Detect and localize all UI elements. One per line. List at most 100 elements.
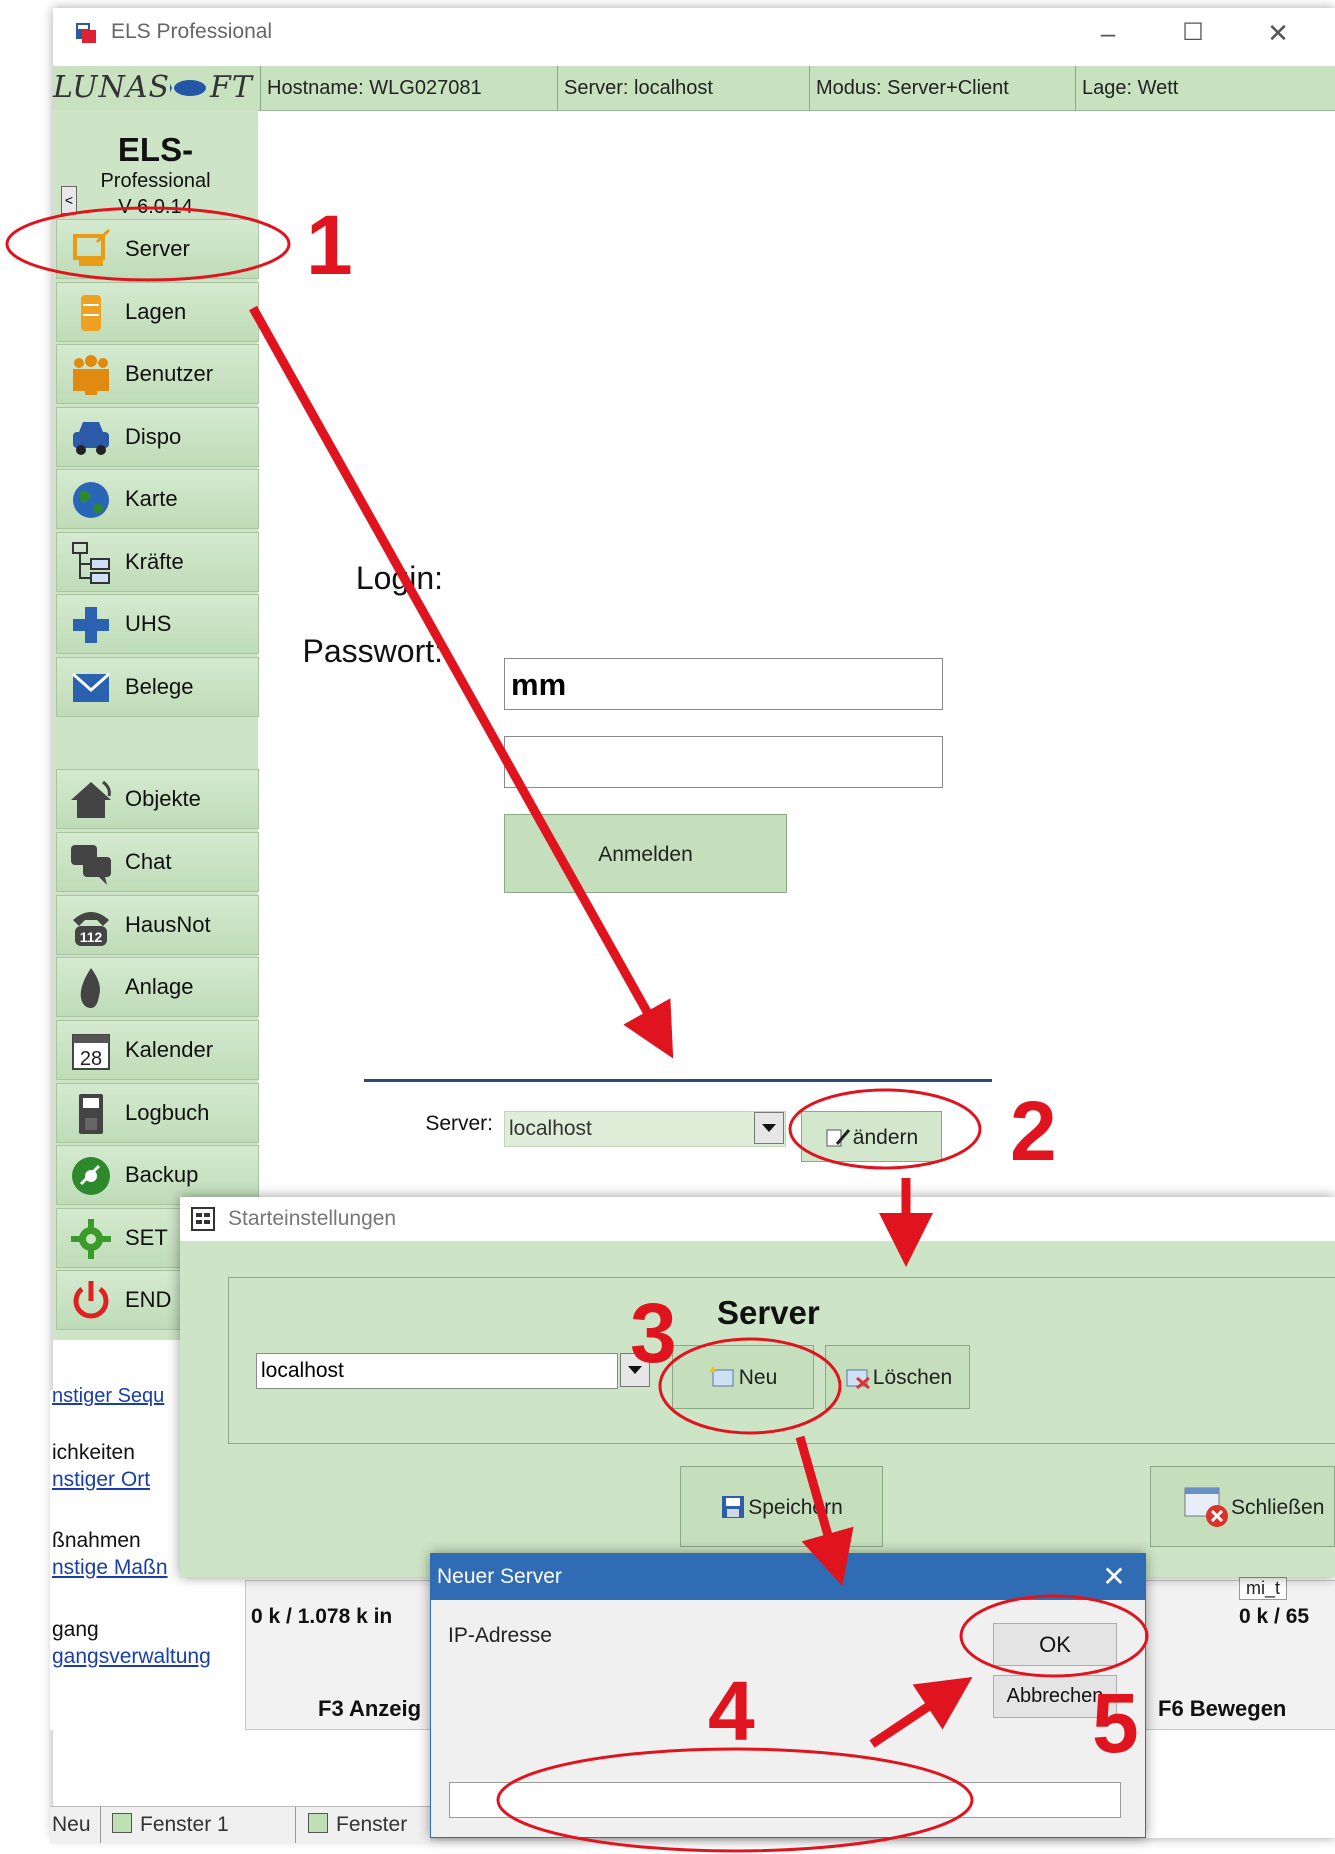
window-icon bbox=[308, 1813, 328, 1833]
sidebar-item-dispo[interactable]: Dispo bbox=[56, 407, 259, 467]
sidebar-item-label: Logbuch bbox=[125, 1100, 210, 1125]
server-group-title: Server bbox=[717, 1294, 820, 1331]
f6-key-label[interactable]: F6 Bewegen bbox=[1158, 1696, 1286, 1722]
sidebar-item-karte[interactable]: Karte bbox=[56, 469, 259, 529]
modus-cell: Modus: Server+Client bbox=[809, 66, 1075, 110]
sidebar-item-logbuch[interactable]: Logbuch bbox=[56, 1083, 259, 1143]
taskbar-window-1[interactable]: Fenster 1 bbox=[112, 1813, 229, 1837]
chat-icon bbox=[71, 845, 111, 885]
logo-fish-icon bbox=[168, 79, 207, 97]
sidebar-item-label: Benutzer bbox=[125, 361, 214, 386]
login-input[interactable]: mm bbox=[504, 658, 943, 710]
sidebar-item-label: Server bbox=[125, 236, 190, 261]
login-submit-button[interactable]: Anmelden bbox=[504, 814, 787, 893]
chevron-down-icon bbox=[762, 1124, 776, 1132]
cancel-button[interactable]: Abbrechen bbox=[993, 1675, 1117, 1718]
taskbar-new[interactable]: Neu bbox=[52, 1813, 91, 1837]
sidebar-item-label: HausNot bbox=[125, 912, 211, 937]
svg-text:28: 28 bbox=[80, 1048, 102, 1070]
stack-icon bbox=[81, 295, 101, 331]
server-list-dropdown[interactable] bbox=[620, 1353, 650, 1387]
sidebar-item-label: Lagen bbox=[125, 299, 187, 324]
minimize-button[interactable]: – bbox=[1083, 16, 1133, 50]
power-icon bbox=[73, 1281, 109, 1319]
link-sonstige-massnahmen[interactable]: nstige Maßn bbox=[52, 1556, 168, 1580]
sidebar-item-benutzer[interactable]: Benutzer bbox=[56, 344, 259, 404]
sidebar-item-lagen[interactable]: Lagen bbox=[56, 282, 259, 342]
sidebar-item-uhs[interactable]: UHS bbox=[56, 594, 259, 654]
close-dialog-button[interactable]: Schließen bbox=[1150, 1466, 1335, 1547]
ip-address-label: IP-Adresse bbox=[448, 1624, 552, 1647]
sidebar-item-label: SET bbox=[125, 1225, 168, 1250]
floppy-disk-icon bbox=[722, 1496, 745, 1518]
delete-server-button[interactable]: Löschen bbox=[825, 1345, 970, 1409]
sidebar-item-label: Dispo bbox=[125, 424, 182, 449]
link-sonstiger-sequenz[interactable]: nstiger Sequ bbox=[52, 1385, 164, 1408]
start-settings-title: Starteinstellungen bbox=[180, 1197, 1335, 1241]
window-icon bbox=[112, 1813, 132, 1833]
sidebar-item-hausnot[interactable]: 112 HausNot bbox=[56, 895, 259, 955]
app-title: ELS- bbox=[117, 131, 194, 168]
password-input[interactable] bbox=[504, 736, 943, 788]
users-icon bbox=[73, 355, 109, 395]
new-document-icon bbox=[708, 1366, 734, 1387]
new-server-button[interactable]: Neu bbox=[672, 1345, 814, 1409]
ip-address-input[interactable] bbox=[449, 1782, 1121, 1818]
sidebar-item-label: Kalender bbox=[125, 1037, 214, 1062]
server-dropdown-button[interactable] bbox=[754, 1112, 784, 1144]
new-server-close-button[interactable]: ✕ bbox=[1091, 1554, 1137, 1600]
login-label: Login: bbox=[355, 560, 443, 596]
file-tab[interactable]: mi_t bbox=[1239, 1577, 1288, 1600]
sidebar-item-objekte[interactable]: Objekte bbox=[56, 769, 259, 829]
sidebar-item-label: Objekte bbox=[125, 786, 201, 811]
edit-icon bbox=[826, 1129, 850, 1147]
heading-massnahmen: ßnahmen bbox=[52, 1529, 141, 1552]
title-bar: ELS Professional – ☐ ✕ bbox=[53, 8, 1335, 58]
monitor-icon bbox=[73, 228, 111, 266]
link-sonstiger-ort[interactable]: nstiger Ort bbox=[52, 1468, 150, 1492]
sidebar-item-chat[interactable]: Chat bbox=[56, 832, 259, 892]
heading-eingang: gang bbox=[52, 1618, 99, 1641]
start-settings-dialog: Starteinstellungen Server localhost Neu … bbox=[180, 1197, 1335, 1577]
change-server-button[interactable]: ändern bbox=[801, 1111, 942, 1162]
sidebar-item-label: UHS bbox=[125, 611, 172, 636]
flame-icon bbox=[80, 968, 100, 1008]
taskbar: Neu Fenster 1 Fenster bbox=[50, 1806, 430, 1843]
phone-112-icon: 112 bbox=[73, 912, 109, 946]
f3-key-label[interactable]: F3 Anzeig bbox=[318, 1696, 421, 1722]
plus-icon bbox=[73, 607, 109, 643]
save-button[interactable]: Speichern bbox=[680, 1466, 883, 1547]
gear-icon bbox=[71, 1219, 111, 1259]
collapse-sidebar-button[interactable]: < bbox=[61, 186, 77, 214]
server-select[interactable]: localhost bbox=[504, 1111, 786, 1147]
app-version: V 6.0.14 bbox=[118, 196, 193, 218]
tree-icon bbox=[72, 542, 110, 584]
disc-icon bbox=[72, 1157, 110, 1195]
sidebar-item-label: Karte bbox=[125, 486, 178, 511]
settings-dialog-icon bbox=[191, 1207, 215, 1231]
heading-moeglichkeiten: ichkeiten bbox=[52, 1441, 135, 1464]
new-server-title: Neuer Server bbox=[431, 1554, 1145, 1600]
car-icon bbox=[73, 422, 109, 455]
info-bar: LUNAS FT Hostname: WLG027081 Server: loca… bbox=[53, 66, 1335, 111]
status-right: 0 k / 65 bbox=[1239, 1605, 1310, 1628]
sidebar-item-label: Kräfte bbox=[125, 549, 184, 574]
ok-button[interactable]: OK bbox=[993, 1623, 1117, 1666]
sidebar-item-belege[interactable]: Belege bbox=[56, 657, 259, 717]
taskbar-window-2[interactable]: Fenster bbox=[308, 1813, 407, 1837]
maximize-button[interactable]: ☐ bbox=[1168, 16, 1218, 50]
chevron-down-icon bbox=[628, 1366, 642, 1374]
sidebar-item-backup[interactable]: Backup bbox=[56, 1145, 259, 1205]
divider bbox=[364, 1079, 992, 1082]
sidebar-item-server[interactable]: Server bbox=[56, 219, 259, 279]
sidebar-item-anlage[interactable]: Anlage bbox=[56, 957, 259, 1017]
sidebar-item-kräfte[interactable]: Kräfte bbox=[56, 532, 259, 592]
house-icon bbox=[71, 780, 111, 818]
sidebar-item-label: Chat bbox=[125, 849, 172, 874]
lunasoft-logo: LUNAS FT bbox=[53, 70, 253, 105]
server-list-select[interactable]: localhost bbox=[256, 1353, 618, 1389]
close-button[interactable]: ✕ bbox=[1253, 16, 1303, 50]
sidebar-item-kalender[interactable]: 28 Kalender bbox=[56, 1020, 259, 1080]
link-eingangsverwaltung[interactable]: gangsverwaltung bbox=[52, 1645, 211, 1669]
app-subtitle: Professional bbox=[100, 170, 211, 192]
